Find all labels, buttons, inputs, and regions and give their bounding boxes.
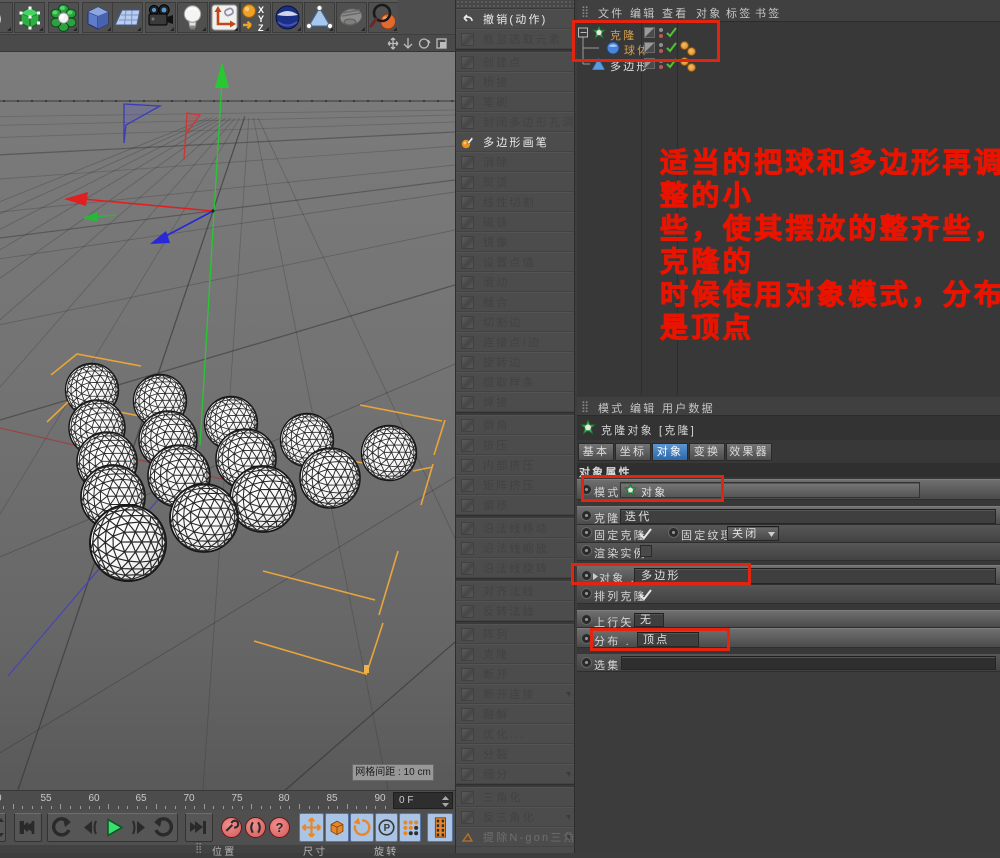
svg-text:P: P xyxy=(384,823,391,834)
svg-text:Z: Z xyxy=(258,23,264,32)
